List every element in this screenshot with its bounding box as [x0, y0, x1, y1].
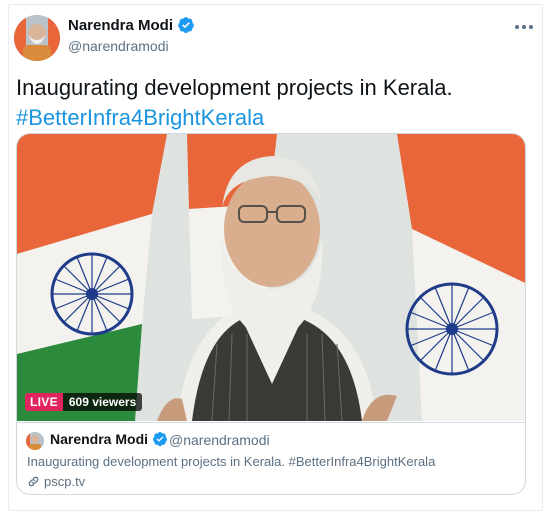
viewer-count: 609 viewers	[62, 392, 143, 411]
avatar[interactable]	[14, 15, 60, 61]
verified-badge-icon	[178, 17, 194, 33]
live-indicator: LIVE 609 viewers	[25, 392, 143, 411]
verified-badge-icon	[153, 432, 168, 447]
card-link-text[interactable]: pscp.tv	[44, 474, 85, 489]
hashtag-link[interactable]: #BetterInfra4BrightKerala	[16, 103, 536, 133]
card-author-handle: @narendramodi	[169, 432, 270, 448]
tweet-text: Inaugurating development projects in Ker…	[16, 73, 536, 133]
card-avatar	[26, 432, 44, 450]
live-broadcast-card[interactable]: LIVE 609 viewers Narendra Modi @narendra…	[16, 133, 526, 495]
author-handle[interactable]: @narendramodi	[68, 38, 169, 54]
card-text: Inaugurating development projects in Ker…	[27, 454, 436, 469]
dot	[515, 25, 519, 29]
card-link[interactable]: pscp.tv	[27, 474, 85, 489]
link-icon	[28, 476, 39, 487]
video-thumbnail[interactable]	[17, 134, 526, 421]
card-footer[interactable]: Narendra Modi @narendramodi Inaugurating…	[17, 422, 525, 494]
dot	[522, 25, 526, 29]
dot	[529, 25, 533, 29]
card-avatar-image	[26, 432, 44, 450]
card-author-name: Narendra Modi	[50, 431, 168, 447]
tweet-text-line: Inaugurating development projects in Ker…	[16, 75, 453, 100]
author-name-text[interactable]: Narendra Modi	[68, 17, 173, 34]
card-author-name-text: Narendra Modi	[50, 431, 149, 447]
tweet-card[interactable]: Narendra Modi @narendramodi Inaugurating…	[8, 4, 543, 511]
avatar-image	[14, 15, 60, 61]
live-label: LIVE	[25, 392, 63, 411]
author-name[interactable]: Narendra Modi	[68, 16, 195, 34]
more-dots-icon[interactable]	[512, 17, 536, 37]
